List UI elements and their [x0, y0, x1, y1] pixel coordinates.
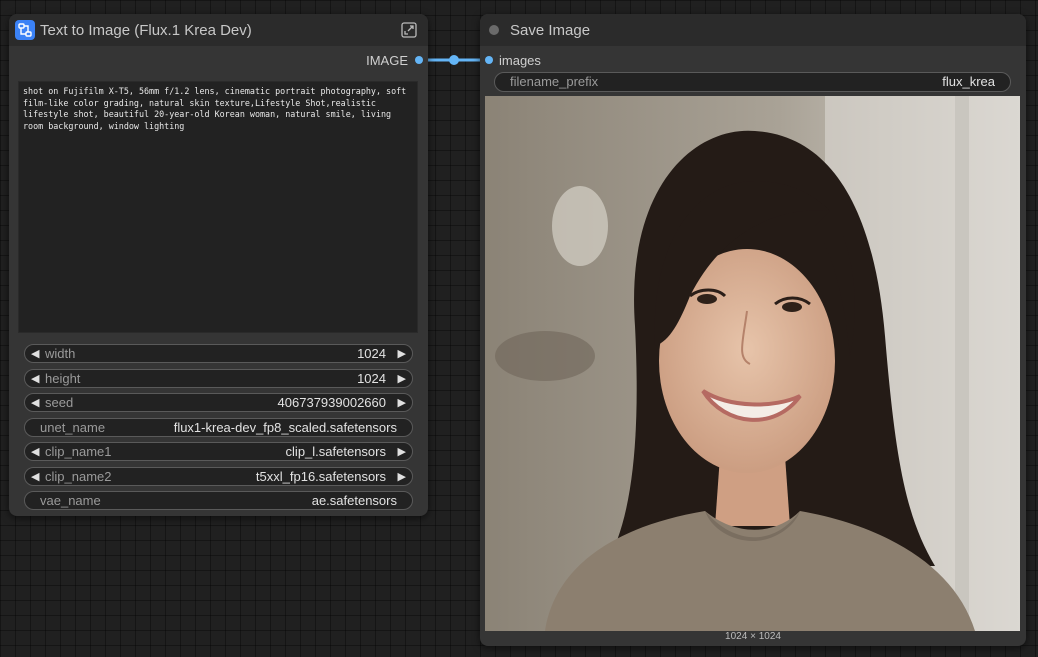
- node-header[interactable]: Save Image: [480, 14, 1026, 46]
- widget-label: seed: [45, 395, 74, 410]
- widget-value[interactable]: 1024: [357, 346, 386, 361]
- widget-label: vae_name: [40, 493, 101, 508]
- increment-arrow-icon[interactable]: ▶: [398, 396, 406, 409]
- subgraph-icon: [15, 20, 35, 40]
- widget-label: height: [45, 371, 81, 386]
- node-title: Save Image: [510, 22, 591, 39]
- widget-label: width: [45, 346, 76, 361]
- portrait-image: [485, 96, 1020, 631]
- widget-label: filename_prefix: [510, 74, 599, 89]
- image-size-label: 1024 × 1024: [725, 631, 781, 642]
- decrement-arrow-icon[interactable]: ◀: [31, 445, 39, 458]
- prompt-textarea[interactable]: shot on Fujifilm X-T5, 56mm f/1.2 lens, …: [18, 81, 418, 333]
- decrement-arrow-icon[interactable]: ◀: [31, 372, 39, 385]
- vae-name-widget[interactable]: vae_name ae.safetensors: [24, 491, 413, 510]
- input-slot-dot[interactable]: [485, 56, 493, 64]
- unet-name-widget[interactable]: unet_name flux1-krea-dev_fp8_scaled.safe…: [24, 418, 413, 437]
- node-header[interactable]: Text to Image (Flux.1 Krea Dev): [9, 14, 428, 46]
- seed-widget[interactable]: ◀ seed 406737939002660 ▶: [24, 393, 413, 412]
- decrement-arrow-icon[interactable]: ◀: [31, 396, 39, 409]
- output-slot-label: IMAGE: [366, 53, 408, 68]
- widget-value[interactable]: ae.safetensors: [312, 493, 397, 508]
- decrement-arrow-icon[interactable]: ◀: [31, 347, 39, 360]
- increment-arrow-icon[interactable]: ▶: [398, 372, 406, 385]
- widget-label: unet_name: [40, 420, 106, 435]
- widget-value[interactable]: flux1-krea-dev_fp8_scaled.safetensors: [174, 420, 397, 435]
- widget-label: clip_name1: [45, 444, 112, 459]
- widget-value[interactable]: 1024: [357, 371, 386, 386]
- input-slot-label: images: [499, 53, 541, 68]
- link-midpoint-dot[interactable]: [449, 55, 459, 65]
- widget-value[interactable]: flux_krea: [942, 74, 995, 89]
- filename-prefix-widget[interactable]: filename_prefix flux_krea: [494, 72, 1011, 92]
- clip-name1-widget[interactable]: ◀ clip_name1 clip_l.safetensors ▶: [24, 442, 413, 461]
- status-dot-icon: [489, 25, 499, 35]
- widget-label: clip_name2: [45, 469, 112, 484]
- width-widget[interactable]: ◀ width 1024 ▶: [24, 344, 413, 363]
- text-to-image-node[interactable]: Text to Image (Flux.1 Krea Dev) IMAGE sh…: [9, 14, 428, 516]
- expand-icon[interactable]: [400, 21, 418, 39]
- node-title: Text to Image (Flux.1 Krea Dev): [40, 22, 252, 39]
- widget-value[interactable]: clip_l.safetensors: [286, 444, 386, 459]
- clip-name2-widget[interactable]: ◀ clip_name2 t5xxl_fp16.safetensors ▶: [24, 467, 413, 486]
- output-slot-dot[interactable]: [415, 56, 423, 64]
- increment-arrow-icon[interactable]: ▶: [398, 347, 406, 360]
- generated-image-preview[interactable]: [485, 96, 1020, 631]
- decrement-arrow-icon[interactable]: ◀: [31, 470, 39, 483]
- widget-value[interactable]: t5xxl_fp16.safetensors: [256, 469, 386, 484]
- increment-arrow-icon[interactable]: ▶: [398, 470, 406, 483]
- widget-value[interactable]: 406737939002660: [278, 395, 386, 410]
- height-widget[interactable]: ◀ height 1024 ▶: [24, 369, 413, 388]
- increment-arrow-icon[interactable]: ▶: [398, 445, 406, 458]
